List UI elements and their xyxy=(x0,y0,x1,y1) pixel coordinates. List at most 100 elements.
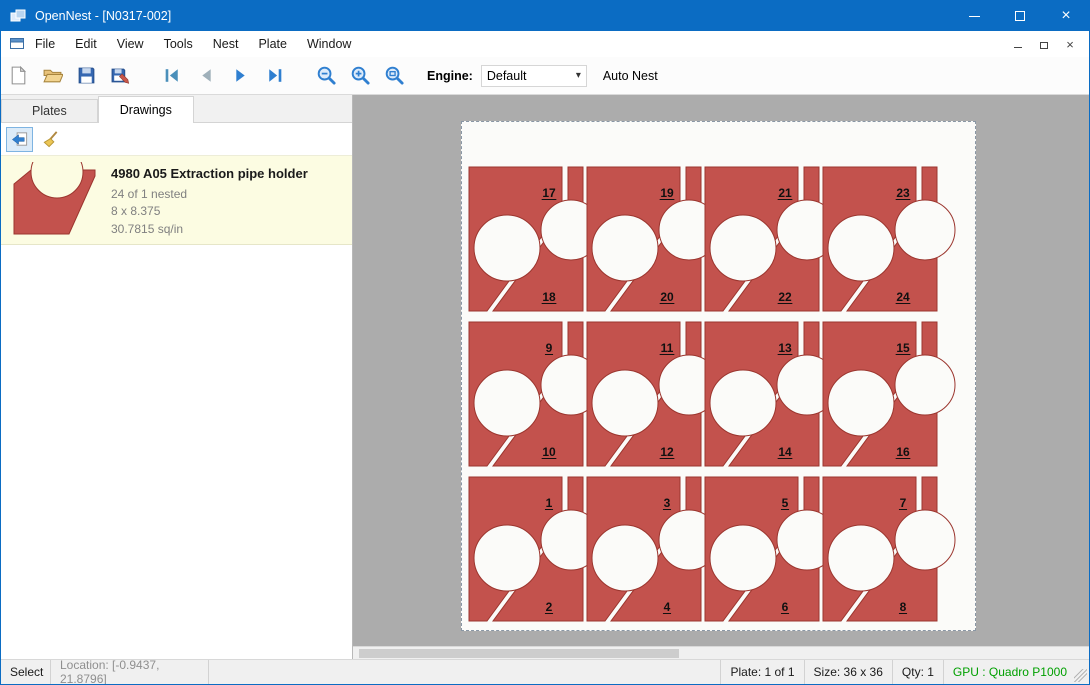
nav-prev-icon xyxy=(196,65,217,86)
drawing-nested-count: 24 of 1 nested xyxy=(111,186,308,203)
status-mode: Select xyxy=(1,660,51,684)
nav-prev-button[interactable] xyxy=(189,61,223,91)
main-toolbar: Engine: Default ▾ Auto Nest xyxy=(1,57,1089,95)
part-number[interactable]: 20 xyxy=(660,290,674,304)
maximize-icon xyxy=(1015,11,1025,21)
part-circular-notch xyxy=(592,370,658,436)
status-plate: Plate: 1 of 1 xyxy=(721,660,804,684)
status-gpu: GPU : Quadro P1000 xyxy=(944,660,1089,684)
part-number[interactable]: 3 xyxy=(664,496,671,510)
auto-nest-button[interactable]: Auto Nest xyxy=(603,69,658,83)
menu-file[interactable]: File xyxy=(25,31,65,57)
new-file-button[interactable] xyxy=(1,61,35,91)
open-button[interactable] xyxy=(35,61,69,91)
menu-tools[interactable]: Tools xyxy=(154,31,203,57)
menu-window[interactable]: Window xyxy=(297,31,361,57)
clean-broom-icon xyxy=(41,130,60,149)
save-button[interactable] xyxy=(69,61,103,91)
part-number[interactable]: 8 xyxy=(900,600,907,614)
combo-arrow-icon: ▾ xyxy=(576,70,581,81)
nav-first-icon xyxy=(162,65,183,86)
maximize-button[interactable] xyxy=(997,1,1043,31)
nest-part-pair[interactable]: 1516 xyxy=(823,322,955,466)
zoom-in-icon xyxy=(350,65,371,86)
part-number[interactable]: 14 xyxy=(778,445,792,459)
status-location: Location: [-0.9437, 21.8796] xyxy=(51,660,209,684)
drawing-title: 4980 A05 Extraction pipe holder xyxy=(111,166,308,181)
tab-drawings[interactable]: Drawings xyxy=(98,96,194,123)
close-icon: × xyxy=(1061,8,1070,24)
part-number[interactable]: 6 xyxy=(782,600,789,614)
zoom-fit-button[interactable] xyxy=(377,61,411,91)
nest-part-pair[interactable]: 13 14 xyxy=(705,322,837,466)
close-button[interactable]: × xyxy=(1043,1,1089,31)
window-controls: × xyxy=(951,1,1089,31)
part-number[interactable]: 15 xyxy=(896,341,910,355)
resize-grip[interactable] xyxy=(1074,669,1087,682)
part-number[interactable]: 24 xyxy=(896,290,910,304)
menu-edit[interactable]: Edit xyxy=(65,31,107,57)
plate[interactable]: 171819202122232491011121314151612345678 xyxy=(461,121,976,631)
part-number[interactable]: 17 xyxy=(542,186,556,200)
part-circular-notch xyxy=(710,370,776,436)
nest-canvas[interactable]: 171819202122232491011121314151612345678 xyxy=(353,95,1089,659)
part-number[interactable]: 1 xyxy=(546,496,553,510)
part-circular-notch xyxy=(474,370,540,436)
mdi-restore-button[interactable] xyxy=(1033,34,1055,54)
nav-last-button[interactable] xyxy=(257,61,291,91)
clean-button[interactable] xyxy=(37,127,64,152)
part-number[interactable]: 18 xyxy=(542,290,556,304)
nav-first-button[interactable] xyxy=(155,61,189,91)
part-number[interactable]: 23 xyxy=(896,186,910,200)
minimize-button[interactable] xyxy=(951,1,997,31)
part-circular-notch xyxy=(474,525,540,591)
nav-last-icon xyxy=(264,65,285,86)
nest-part-pair[interactable]: 34 xyxy=(587,477,719,621)
part-circular-notch xyxy=(828,215,894,281)
part-number[interactable]: 10 xyxy=(542,445,556,459)
sidebar: Plates Drawings xyxy=(1,95,353,659)
part-number[interactable]: 21 xyxy=(778,186,792,200)
drawing-list-item[interactable]: 4980 A05 Extraction pipe holder 24 of 1 … xyxy=(1,155,352,245)
save-edit-button[interactable] xyxy=(103,61,137,91)
save-icon xyxy=(76,65,97,86)
nest-part-pair[interactable]: 11 12 xyxy=(587,322,719,466)
part-number[interactable]: 11 xyxy=(661,341,674,355)
part-number[interactable]: 4 xyxy=(664,600,671,614)
part-number[interactable]: 13 xyxy=(778,341,792,355)
menu-nest[interactable]: Nest xyxy=(203,31,249,57)
drawing-area: 30.7815 sq/in xyxy=(111,221,308,238)
part-number[interactable]: 2 xyxy=(546,600,553,614)
nest-part-pair[interactable]: 12 xyxy=(469,477,601,621)
part-number[interactable]: 19 xyxy=(660,186,674,200)
zoom-out-button[interactable] xyxy=(309,61,343,91)
part-number[interactable]: 16 xyxy=(896,445,910,459)
part-number[interactable]: 5 xyxy=(782,496,789,510)
nest-part-pair[interactable]: 78 xyxy=(823,477,955,621)
nest-part-pair[interactable]: 56 xyxy=(705,477,837,621)
part-number[interactable]: 9 xyxy=(546,341,553,355)
nest-part-pair[interactable]: 1920 xyxy=(587,167,719,311)
nav-next-button[interactable] xyxy=(223,61,257,91)
part-number[interactable]: 7 xyxy=(900,496,907,510)
horizontal-scrollbar-thumb[interactable] xyxy=(359,649,679,658)
engine-select[interactable]: Default ▾ xyxy=(481,65,587,87)
part-number[interactable]: 12 xyxy=(660,445,674,459)
zoom-in-button[interactable] xyxy=(343,61,377,91)
nest-part-pair[interactable]: 23 24 xyxy=(823,167,955,311)
zoom-fit-icon xyxy=(384,65,405,86)
menu-plate[interactable]: Plate xyxy=(248,31,297,57)
menu-view[interactable]: View xyxy=(107,31,154,57)
mdi-minimize-button[interactable] xyxy=(1007,34,1029,54)
mdi-close-button[interactable]: × xyxy=(1059,34,1081,54)
nest-part-pair[interactable]: 21 22 xyxy=(705,167,837,311)
mdi-minimize-icon xyxy=(1014,47,1022,48)
horizontal-scrollbar[interactable] xyxy=(353,646,1089,659)
tab-plates[interactable]: Plates xyxy=(1,99,98,122)
nest-part-pair[interactable]: 9 10 xyxy=(469,322,601,466)
part-number[interactable]: 22 xyxy=(778,290,792,304)
status-size: Size: 36 x 36 xyxy=(805,660,893,684)
update-drawings-button[interactable] xyxy=(6,127,33,152)
engine-value: Default xyxy=(487,69,527,83)
nest-part-pair[interactable]: 1718 xyxy=(469,167,601,311)
